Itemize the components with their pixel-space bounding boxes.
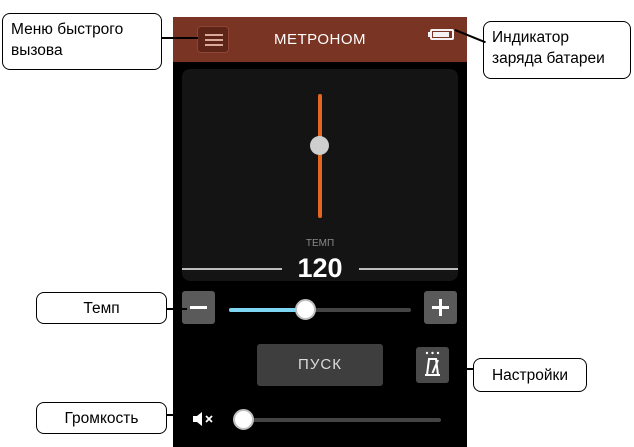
- pendulum-weight: [310, 136, 329, 155]
- callout-settings-text: Настройки: [491, 367, 568, 384]
- volume-slider-thumb[interactable]: [233, 409, 254, 430]
- callout-settings: Настройки: [473, 358, 587, 392]
- callout-tempo: Темп: [36, 292, 167, 324]
- speaker-muted-icon[interactable]: [191, 409, 219, 429]
- battery-icon: [430, 29, 454, 40]
- leader-volume: [167, 414, 189, 416]
- leader-tempo: [167, 308, 187, 310]
- callout-quick-menu-text: Меню быстрого вызова: [11, 21, 124, 59]
- callout-battery-text: Индикатор заряда батареи: [492, 29, 605, 67]
- tempo-slider-thumb[interactable]: [295, 299, 317, 320]
- pendulum-rod: [318, 94, 322, 218]
- callout-volume-text: Громкость: [64, 410, 139, 427]
- callout-volume: Громкость: [36, 402, 167, 434]
- tempo-slider[interactable]: [229, 299, 411, 320]
- battery-level-fill: [433, 32, 450, 37]
- leader-settings: [452, 368, 473, 370]
- pendulum-display: [182, 69, 458, 281]
- callout-tempo-text: Темп: [83, 300, 120, 317]
- title-bar: МЕТРОНОМ: [173, 17, 467, 62]
- tempo-value: 120: [297, 253, 343, 283]
- tempo-slider-fill: [229, 308, 306, 312]
- metronome-screen: МЕТРОНОМ ТЕМП 120 ПУСК: [173, 17, 467, 447]
- screen-title: МЕТРОНОМ: [273, 31, 366, 48]
- callout-quick-menu: Меню быстрого вызова: [2, 13, 162, 70]
- volume-slider[interactable]: [233, 409, 441, 430]
- tempo-caption: ТЕМП: [305, 238, 335, 249]
- metronome-settings-icon: [425, 351, 440, 376]
- leader-quick-menu: [162, 37, 198, 39]
- tempo-increase-button[interactable]: [424, 291, 457, 324]
- start-button[interactable]: ПУСК: [257, 344, 383, 386]
- callout-battery: Индикатор заряда батареи: [483, 21, 631, 79]
- settings-button[interactable]: [416, 347, 449, 383]
